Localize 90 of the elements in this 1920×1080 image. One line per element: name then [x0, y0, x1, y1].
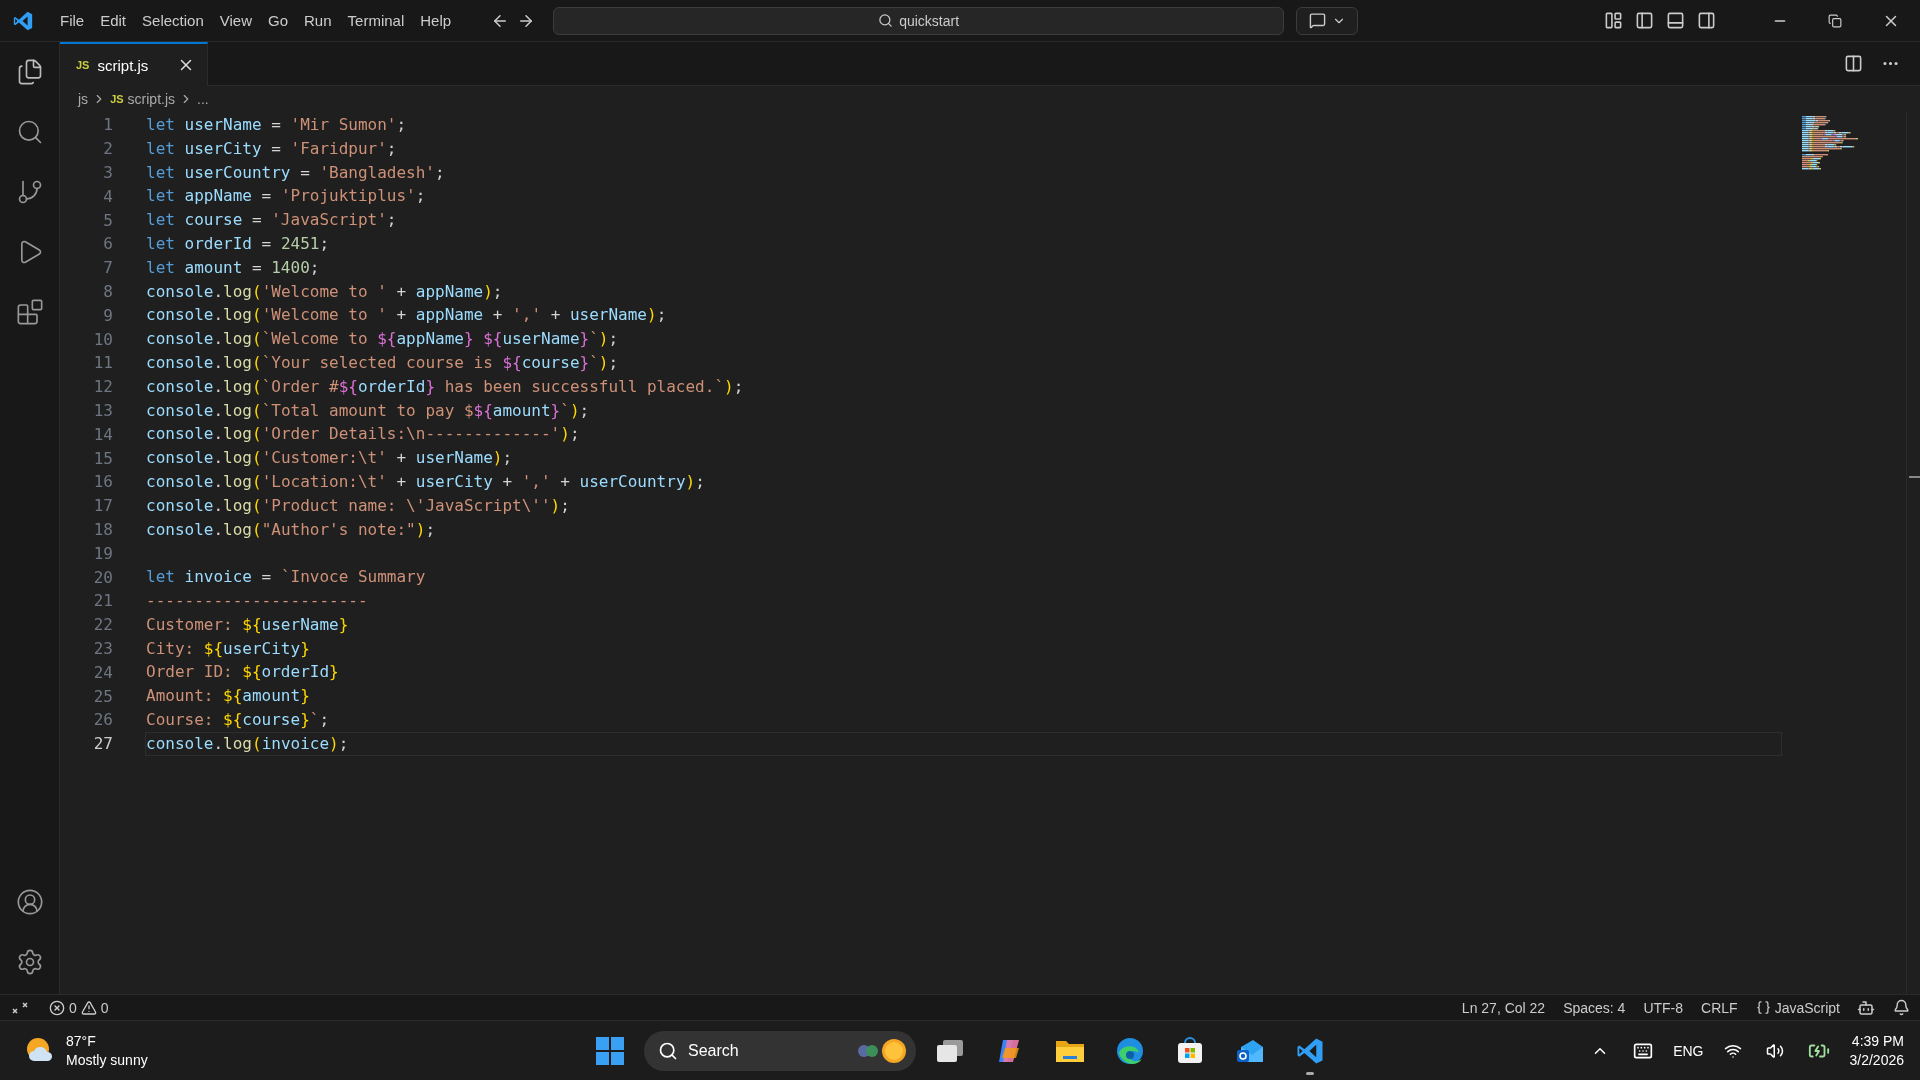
code-line: let amount = 1400;	[145, 256, 321, 279]
code-line: console.log('Welcome to ' + appName + ',' + userName);	[145, 304, 668, 327]
line-number: 25	[92, 686, 113, 706]
chat-button[interactable]	[1296, 6, 1359, 35]
braces-icon	[1755, 1000, 1771, 1015]
code-line: console.log("Author's note:");	[145, 518, 437, 541]
line-number: 23	[92, 638, 113, 658]
line-number: 22	[92, 615, 113, 635]
line-number: 21	[92, 591, 113, 611]
js-file-icon: JS	[110, 93, 124, 105]
code-line: console.log('Order Details:\n-------------');	[145, 423, 581, 446]
scrollbar-marker	[1909, 476, 1920, 478]
line-number: 27	[92, 734, 113, 754]
line-number: 1	[102, 115, 113, 135]
code-line: Customer: ${userName}	[145, 613, 350, 636]
search-icon	[658, 1040, 678, 1061]
weather-condition: Mostly sunny	[66, 1050, 148, 1070]
code-line: let orderId = 2451;	[145, 233, 331, 255]
line-number: 14	[92, 424, 113, 444]
code-line: console.log('Location:\t' + userCity + ',' + userCountry);	[145, 470, 706, 493]
line-number: 4	[102, 186, 113, 206]
line-number: 11	[92, 353, 113, 373]
line-number: 9	[102, 305, 113, 325]
code-line: console.log(`Welcome to ${appName} ${userName}`);	[145, 328, 620, 351]
line-number: 2	[102, 139, 113, 159]
code-line: -----------------------	[145, 589, 369, 612]
js-file-icon: JS	[76, 59, 90, 71]
line-number: 19	[92, 543, 113, 563]
code-line: let course = 'JavaScript';	[145, 209, 398, 232]
code-line: console.log('Customer:\t' + userName);	[145, 447, 514, 470]
status-item[interactable]: Ln 27, Col 22	[1452, 999, 1555, 1016]
line-number: 10	[92, 329, 113, 349]
breadcrumb-item[interactable]: script.js	[127, 91, 176, 107]
taskbar-search-field[interactable]: Search	[644, 1030, 916, 1071]
code-line: let userName = 'Mir Sumon';	[145, 114, 408, 136]
breadcrumb-item[interactable]: ...	[197, 91, 209, 107]
menu-item[interactable]: File	[52, 8, 93, 33]
language-label: JavaScript	[1774, 999, 1840, 1016]
line-number: 13	[92, 400, 113, 420]
input-language[interactable]: ENG	[1673, 1042, 1704, 1059]
menu-item[interactable]: Go	[260, 8, 296, 33]
temperature-text: 87°F	[66, 1031, 97, 1051]
menu-item[interactable]: View	[211, 8, 260, 33]
status-item[interactable]: CRLF	[1692, 999, 1747, 1016]
code-line: let invoice = `Invoce Summary	[145, 566, 427, 589]
code-line: let userCity = 'Faridpur';	[145, 137, 398, 160]
edge-browser-icon	[1115, 1035, 1145, 1066]
code-line: console.log(`Order #${orderId} has been successfull placed.`);	[145, 375, 745, 398]
code-line: console.log(`Total amount to pay $${amount}`);	[145, 399, 591, 422]
line-number: 7	[102, 258, 113, 278]
line-number: 6	[102, 234, 113, 254]
line-number: 26	[92, 710, 113, 730]
code-line: Amount: ${amount}	[145, 685, 311, 708]
command-center[interactable]: quickstart	[553, 6, 1285, 35]
menu-item[interactable]: Edit	[92, 8, 135, 33]
running-indicator	[1306, 1071, 1314, 1075]
menu-item[interactable]: Selection	[134, 8, 212, 33]
search-icon	[878, 13, 894, 28]
menu-item[interactable]: Run	[296, 8, 340, 33]
store-bag-icon	[1175, 1035, 1205, 1066]
code-line: let userCountry = 'Bangladesh';	[145, 161, 446, 184]
code-line: console.log('Welcome to ' + appName);	[145, 280, 504, 303]
code-line: Order ID: ${orderId}	[145, 661, 340, 684]
line-number: 8	[102, 281, 113, 301]
line-number: 15	[92, 448, 113, 468]
line-number: 5	[102, 210, 113, 230]
line-number: 18	[92, 519, 113, 539]
line-number: 17	[92, 496, 113, 516]
status-item[interactable]: Spaces: 4	[1554, 999, 1635, 1016]
windows-logo-icon	[595, 1035, 625, 1066]
line-number: 24	[92, 662, 113, 682]
line-number: 3	[102, 163, 113, 182]
language-mode[interactable]: JavaScript	[1746, 999, 1849, 1016]
chat-icon	[1308, 12, 1326, 29]
code-line: let appName = 'Projuktiplus';	[145, 185, 427, 208]
vscode-logo-icon[interactable]	[12, 9, 34, 32]
line-number: 20	[92, 567, 113, 587]
breadcrumb-item[interactable]: js	[78, 91, 89, 107]
code-line: console.log('Product name: \'JavaScript\'');	[145, 494, 571, 517]
problems-indicator[interactable]: 0 0	[40, 999, 118, 1016]
clock[interactable]: 4:39 PM 3/2/2026	[1849, 1031, 1904, 1070]
line-number: 12	[92, 377, 113, 397]
status-item[interactable]: UTF-8	[1634, 999, 1693, 1016]
line-number: 16	[92, 472, 113, 492]
menu-item[interactable]: Help	[412, 8, 460, 33]
menu-item[interactable]: Terminal	[339, 8, 413, 33]
code-line: City: ${userCity}	[145, 637, 311, 660]
code-line: Course: ${course}`;	[145, 708, 331, 731]
code-line: console.log(`Your selected course is ${course}`);	[145, 351, 620, 374]
editor-tab[interactable]: JS script.js	[60, 42, 208, 86]
